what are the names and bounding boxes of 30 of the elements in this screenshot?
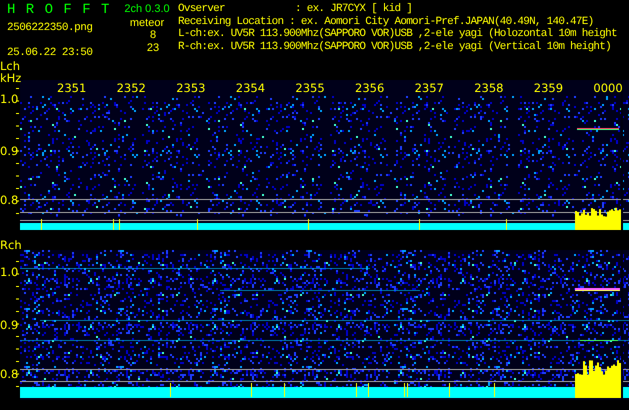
version-label: 2ch 0.3.0 [124,3,170,16]
info-line: Receiving Location : ex. Aomori City Aomori-Pref.JAPAN(40.49N, 140.47E) [178,16,594,28]
time-label: 2356 [355,83,384,94]
unit-label: kHz [0,73,22,84]
info-line: R-ch:ex. UV5R 113.900Mhz(SAPPORO VOR)USB ,2-ele yagi (Vertical 10m height) [178,40,611,53]
time-label: 2357 [414,83,444,94]
frequency-label: 0.8 [0,195,18,206]
meteor-label: meteor [130,16,164,29]
app-title: H R O F F T [7,3,110,18]
frequency-label: 0.9 [0,320,18,331]
timestamp: 25.06.22 23:50 [7,46,92,59]
frequency-label: 0.8 [0,369,18,380]
channel-label: Lch [0,61,20,72]
time-label: 2355 [295,83,325,94]
time-label: 0000 [593,83,623,94]
meteor-count: 23 [146,42,160,54]
time-label: 2351 [57,83,86,94]
frequency-label: 0.9 [0,146,18,157]
time-label: 2358 [474,83,504,94]
time-label: 2352 [116,83,146,94]
time-label: 2353 [176,83,206,94]
info-line: L-ch:ex. UV5R 113.900Mhz(SAPPORO VOR)USB ,2-ele yagi (Holozontal 10m height [178,28,617,40]
frequency-label: 1.0 [0,94,18,105]
frequency-label: 1.0 [0,267,18,278]
channel-label: Rch [0,240,22,251]
filename: 2506222350.png [7,22,92,34]
meteor-count: 8 [148,29,158,42]
time-label: 2359 [534,83,564,94]
info-line: Ovserver : ex. JR7CYX [ kid ] [178,3,412,16]
time-label: 2354 [236,83,266,94]
